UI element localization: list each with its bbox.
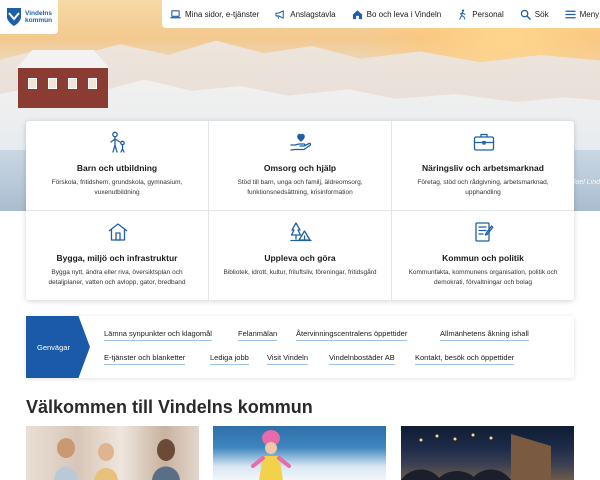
megaphone-icon (275, 9, 285, 19)
card-description: Stöd till barn, unga och familj, äldreom… (237, 179, 363, 196)
nav-bo-och-leva[interactable]: Bo och leva i Vindeln (344, 9, 450, 20)
logo-line-2: kommun (25, 17, 53, 24)
nav-label: Meny (579, 9, 600, 19)
house-outline-icon (108, 223, 128, 241)
house-icon (352, 9, 362, 19)
nav-label: Sök (534, 9, 549, 19)
card-description: Kommunfakta, kommunens organisation, pol… (408, 269, 558, 286)
shortcut-ishall[interactable]: Allmänhetens åkning ishall (440, 329, 529, 341)
nav-label: Bo och leva i Vindeln (366, 9, 442, 19)
hand-heart-icon (290, 133, 312, 151)
nav-menu[interactable]: Meny (557, 9, 600, 20)
card-description: Förskola, fritidshem, grundskola, gymnas… (51, 179, 183, 196)
card-title: Barn och utbildning (76, 163, 158, 173)
hero-red-house (8, 50, 118, 110)
children-illustration (54, 438, 180, 480)
briefcase-icon (473, 133, 495, 151)
category-cards: Barn och utbildning Förskola, fritidshem… (26, 121, 574, 300)
nav-search[interactable]: Sök (512, 9, 557, 20)
card-description: Bibliotek, idrott, kultur, friluftsliv, … (223, 269, 377, 276)
card-bygga-miljo-och-infrastruktur[interactable]: Bygga, miljö och infrastruktur Bygga nyt… (26, 211, 208, 300)
news-photo-ice-skating[interactable] (213, 426, 386, 480)
event-illustration (401, 433, 551, 480)
tent-tree-icon (290, 222, 312, 242)
card-title: Omsorg och hjälp (263, 163, 337, 173)
card-naringsliv-och-arbetsmarknad[interactable]: Näringsliv och arbetsmarknad Företag, st… (392, 121, 574, 210)
nav-anslagstavla[interactable]: Anslagstavla (267, 9, 343, 20)
shortcut-atervinningscentralen[interactable]: Återvinningscentralens öppettider (296, 329, 408, 341)
card-kommun-och-politik[interactable]: Kommun och politik Kommunfakta, kommunen… (392, 211, 574, 300)
nav-personal[interactable]: Personal (449, 8, 512, 20)
shortcuts-panel: Genvägar Lämna synpunkter och klagomål F… (26, 316, 574, 378)
document-pen-icon (475, 222, 494, 242)
card-title: Bygga, miljö och infrastruktur (56, 253, 178, 263)
skater-illustration (251, 430, 291, 480)
photo-credit: Joel Lind (571, 179, 600, 186)
shortcut-visit-vindeln[interactable]: Visit Vindeln (267, 353, 309, 365)
top-navigation: Mina sidor, e-tjänster Anslagstavla Bo o… (162, 0, 600, 28)
card-barn-och-utbildning[interactable]: Barn och utbildning Förskola, fritidshem… (26, 121, 208, 210)
parent-child-icon (110, 131, 125, 153)
site-logo[interactable]: Vindelns kommun (0, 0, 58, 34)
coat-of-arms-icon (7, 8, 21, 26)
card-title: Kommun och politik (442, 253, 524, 263)
welcome-heading: Välkommen till Vindelns kommun (26, 397, 313, 417)
card-description: Företag, stöd och rådgivning, arbetsmark… (417, 179, 549, 196)
card-description: Bygga nytt, ändra eller riva, översiktsp… (48, 269, 186, 286)
search-icon (520, 9, 531, 20)
shortcuts-label: Genvägar (26, 316, 90, 378)
shortcut-felanmalan[interactable]: Felanmälan (238, 329, 278, 341)
shortcut-vindelnbostader[interactable]: Vindelnbostäder AB (329, 353, 395, 365)
nav-label: Personal (472, 9, 504, 19)
card-omsorg-och-hjalp[interactable]: Omsorg och hjälp Stöd till barn, unga oc… (209, 121, 391, 210)
shortcut-synpunkter[interactable]: Lämna synpunkter och klagomål (104, 329, 212, 341)
nav-mina-sidor[interactable]: Mina sidor, e-tjänster (162, 9, 267, 20)
nav-label: Mina sidor, e-tjänster (185, 9, 260, 19)
card-title: Uppleva och göra (264, 253, 336, 263)
person-walking-icon (459, 8, 466, 20)
card-uppleva-och-gora[interactable]: Uppleva och göra Bibliotek, idrott, kult… (209, 211, 391, 300)
hamburger-menu-icon (564, 10, 576, 18)
shortcut-e-tjanster[interactable]: E-tjänster och blanketter (104, 353, 186, 365)
nav-label: Anslagstavla (290, 9, 336, 19)
card-title: Näringsliv och arbetsmarknad (422, 163, 544, 173)
laptop-icon (170, 9, 181, 18)
news-photo-children[interactable] (26, 426, 199, 480)
shortcut-lediga-jobb[interactable]: Lediga jobb (210, 353, 249, 365)
logo-line-1: Vindelns (25, 10, 52, 17)
news-photo-evening-event[interactable] (401, 426, 574, 480)
shortcut-kontakt[interactable]: Kontakt, besök och öppettider (415, 353, 515, 365)
